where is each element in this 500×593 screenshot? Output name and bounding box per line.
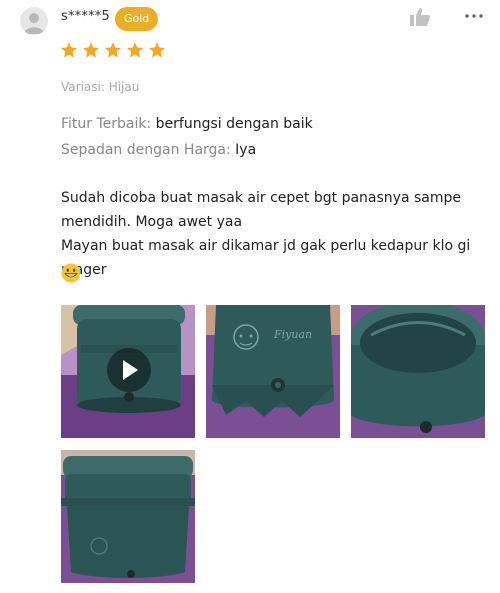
attribute-value-for-money: Sepadan dengan Harga: Iya xyxy=(61,142,256,158)
review-header: s*****5 Gold xyxy=(0,0,500,40)
review-text: Sudah dicoba buat masak air cepet bgt pa… xyxy=(61,190,471,278)
product-logo: Fiyuan xyxy=(273,328,312,341)
username[interactable]: s*****5 xyxy=(61,9,110,24)
star-icon xyxy=(104,42,122,58)
attribute-label: Sepadan dengan Harga: xyxy=(61,142,231,158)
thumbs-up-icon[interactable] xyxy=(408,5,432,29)
review-photo-thumbnail[interactable]: Fiyuan xyxy=(206,305,340,438)
avatar[interactable] xyxy=(20,7,48,35)
grinning-face-emoji-icon xyxy=(61,263,81,283)
rating-stars xyxy=(60,41,166,63)
star-icon xyxy=(148,42,166,58)
variation-label: Variasi: Hijau xyxy=(61,80,140,94)
attribute-value: Iya xyxy=(230,142,257,158)
star-icon xyxy=(126,42,144,58)
attribute-label: Fitur Terbaik: xyxy=(61,116,152,132)
play-icon[interactable] xyxy=(107,348,151,392)
attribute-value: berfungsi dengan baik xyxy=(151,116,313,132)
more-dots-icon[interactable] xyxy=(463,6,485,26)
review-photo-thumbnail[interactable] xyxy=(61,450,195,583)
member-badge: Gold xyxy=(115,7,159,31)
star-icon xyxy=(82,42,100,58)
review-video-thumbnail[interactable] xyxy=(61,305,195,438)
review-photo-thumbnail[interactable] xyxy=(351,305,485,438)
star-icon xyxy=(60,42,78,58)
attribute-best-feature: Fitur Terbaik: berfungsi dengan baik xyxy=(61,116,313,132)
user-icon xyxy=(24,13,44,34)
